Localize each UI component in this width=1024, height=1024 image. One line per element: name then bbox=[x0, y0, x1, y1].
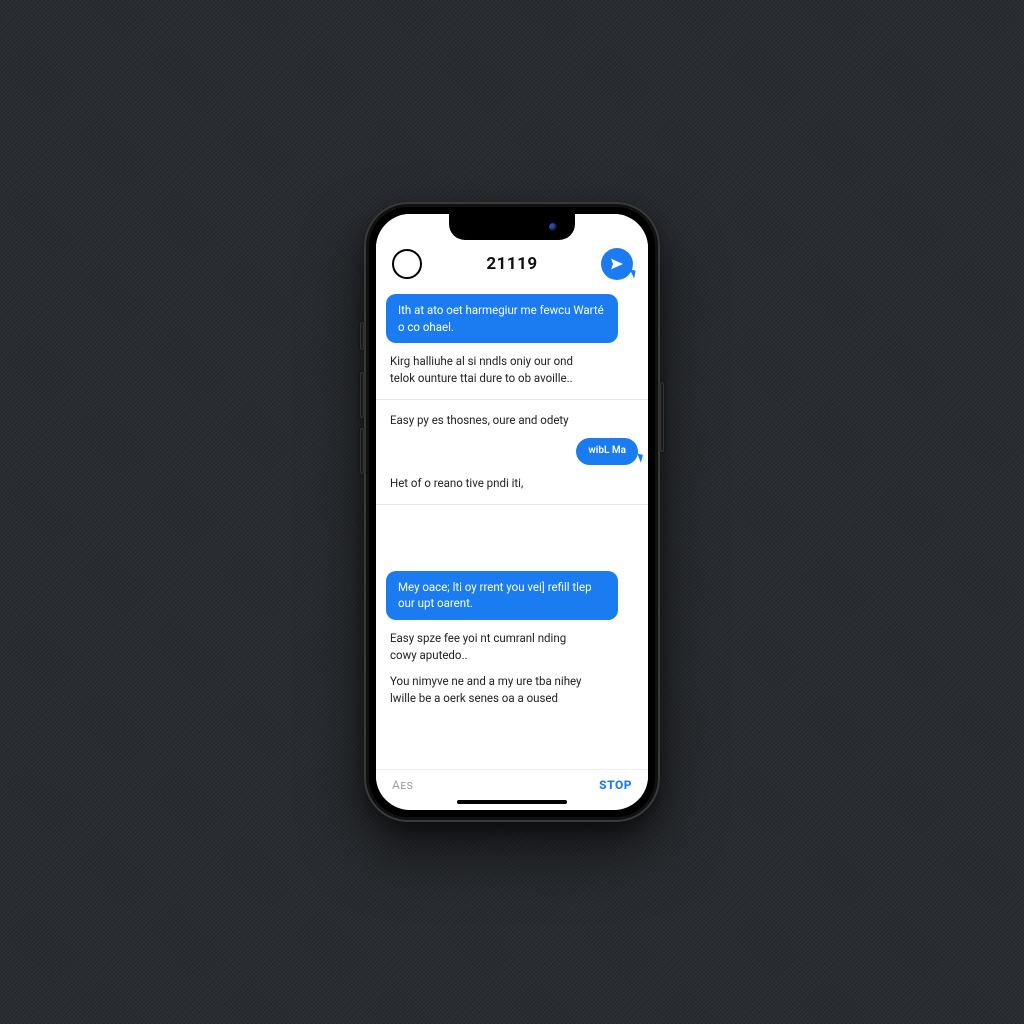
message-text: Kirg halliuhe al si nndls oniy our ond t… bbox=[390, 354, 573, 385]
send-icon bbox=[609, 256, 625, 272]
home-indicator[interactable] bbox=[457, 800, 567, 804]
message-list[interactable]: Ith at ato oet harmegiur me fewcu Warté … bbox=[376, 290, 648, 769]
message-received[interactable]: Easy py es thosnes, oure and odety bbox=[386, 412, 573, 429]
message-divider bbox=[376, 504, 648, 505]
volume-down-button[interactable] bbox=[360, 428, 364, 474]
message-text: Easy spze fee yoi nt cumranl nding cowy … bbox=[390, 631, 566, 662]
message-text: Het of o reano tive pndi iti, bbox=[390, 476, 523, 490]
back-button[interactable] bbox=[392, 249, 422, 279]
message-received[interactable]: Het of o reano tive pndi iti, bbox=[386, 475, 527, 492]
message-divider bbox=[376, 399, 648, 400]
volume-up-button[interactable] bbox=[360, 372, 364, 418]
notch bbox=[449, 214, 575, 240]
message-gap bbox=[386, 517, 638, 561]
message-sent[interactable]: wibL Ma bbox=[576, 438, 638, 465]
silence-switch[interactable] bbox=[360, 322, 364, 350]
phone-frame: 21119 Ith at ato oet harmegiur me fewcu … bbox=[364, 202, 660, 822]
footer-left-label[interactable]: Aes bbox=[392, 778, 413, 792]
message-sent[interactable]: Ith at ato oet harmegiur me fewcu Warté … bbox=[386, 294, 618, 343]
message-sent[interactable]: Mey oace; lti oy rrent you vei] refill t… bbox=[386, 571, 618, 620]
message-text: Easy py es thosnes, oure and odety bbox=[390, 413, 569, 427]
message-text: Mey oace; lti oy rrent you vei] refill t… bbox=[398, 580, 592, 611]
chat-footer: Aes STOP bbox=[376, 769, 648, 798]
message-received[interactable]: Kirg halliuhe al si nndls oniy our ond t… bbox=[386, 353, 588, 386]
message-text: wibL Ma bbox=[588, 445, 626, 456]
message-text: You nimyve ne and a my ure tba nihey lwi… bbox=[390, 674, 582, 705]
message-received[interactable]: You nimyve ne and a my ure tba nihey lwi… bbox=[386, 673, 588, 706]
power-button[interactable] bbox=[660, 382, 664, 452]
message-received[interactable]: Easy spze fee yoi nt cumranl nding cowy … bbox=[386, 630, 588, 663]
compose-button[interactable] bbox=[601, 248, 633, 280]
chat-title: 21119 bbox=[486, 254, 537, 274]
screen: 21119 Ith at ato oet harmegiur me fewcu … bbox=[376, 214, 648, 810]
stop-button[interactable]: STOP bbox=[599, 778, 632, 792]
message-text: Ith at ato oet harmegiur me fewcu Warté … bbox=[398, 303, 604, 334]
